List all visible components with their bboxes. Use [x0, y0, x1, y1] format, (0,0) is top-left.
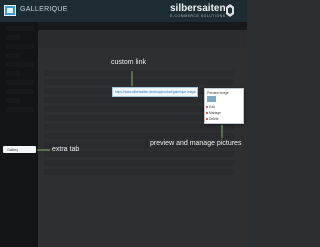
annotation-extra-tab: extra tab: [52, 146, 80, 153]
annotation-custom-link: custom link: [111, 59, 147, 66]
annotation-lines: [37, 71, 223, 151]
annotation-preview-manage: preview and manage pictures: [150, 140, 242, 147]
